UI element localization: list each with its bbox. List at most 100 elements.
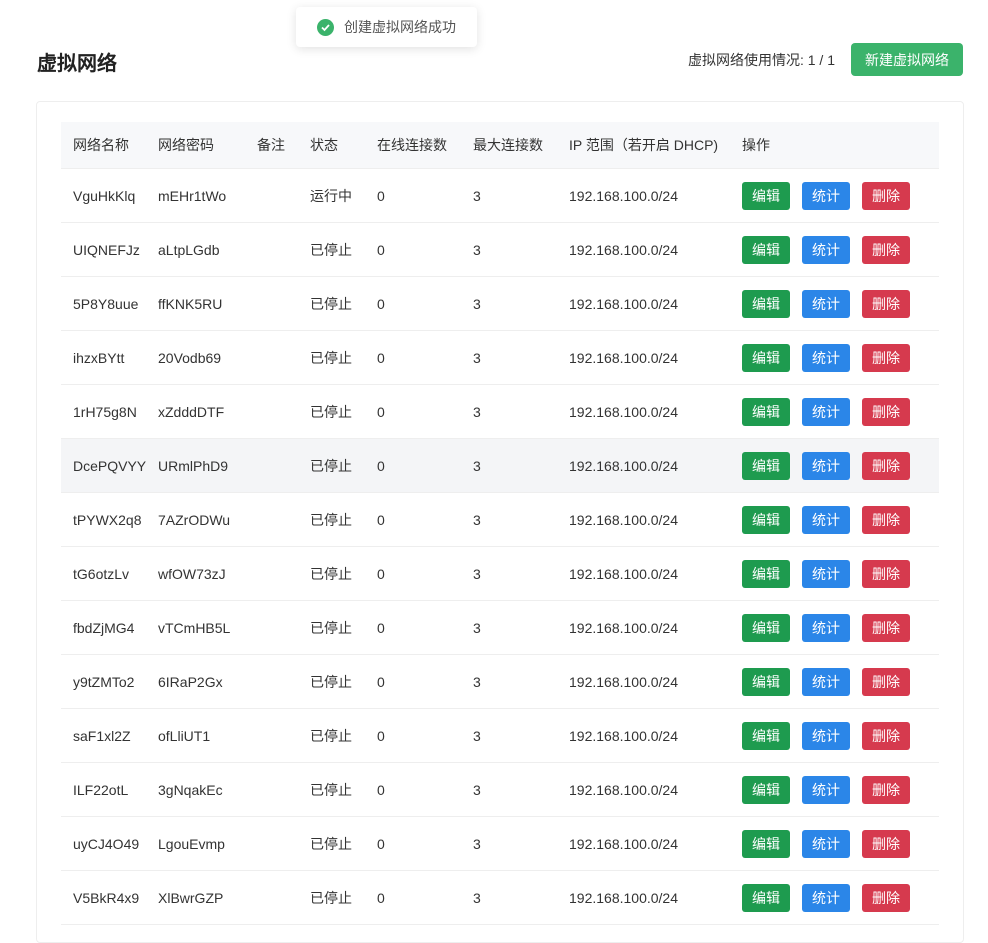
table-row: ILF22otL 3gNqakEc 已停止 0 3 192.168.100.0/24 编辑统… [61,763,939,817]
delete-button[interactable]: 删除 [862,829,910,858]
stats-button[interactable]: 统计 [802,451,850,480]
cell-network-password: 6IRaP2Gx [158,673,223,690]
cell-network-password: mEHr1tWo [158,187,227,204]
stats-button[interactable]: 统计 [802,883,850,912]
delete-button[interactable]: 删除 [862,613,910,642]
cell-status: 运行中 [310,187,352,204]
cell-online-count: 0 [377,349,385,366]
edit-button[interactable]: 编辑 [742,829,790,858]
edit-button[interactable]: 编辑 [742,613,790,642]
cell-max-count: 3 [473,727,481,744]
cell-online-count: 0 [377,295,385,312]
stats-button[interactable]: 统计 [802,721,850,750]
delete-button[interactable]: 删除 [862,559,910,588]
stats-button[interactable]: 统计 [802,775,850,804]
cell-max-count: 3 [473,241,481,258]
edit-button[interactable]: 编辑 [742,289,790,318]
table-row: UIQNEFJz aLtpLGdb 已停止 0 3 192.168.100.0/24 编辑统… [61,223,939,277]
cell-network-name: 1rH75g8N [73,403,137,420]
delete-button[interactable]: 删除 [862,289,910,318]
cell-online-count: 0 [377,241,385,258]
stats-button[interactable]: 统计 [802,235,850,264]
delete-button[interactable]: 删除 [862,505,910,534]
cell-ip-range: 192.168.100.0/24 [569,457,678,474]
cell-online-count: 0 [377,403,385,420]
stats-button[interactable]: 统计 [802,397,850,426]
create-network-button[interactable]: 新建虚拟网络 [851,43,963,76]
table-row: uyCJ4O49 LgouEvmp 已停止 0 3 192.168.100.0/24 编辑统… [61,817,939,871]
cell-actions: 编辑 统计 删除 [742,883,939,912]
edit-button[interactable]: 编辑 [742,343,790,372]
cell-actions: 编辑 统计 删除 [742,397,939,426]
cell-ip-range: 192.168.100.0/24 [569,403,678,420]
cell-actions: 编辑 统计 删除 [742,829,939,858]
stats-button[interactable]: 统计 [802,181,850,210]
stats-button[interactable]: 统计 [802,343,850,372]
cell-network-password: aLtpLGdb [158,241,220,258]
edit-button[interactable]: 编辑 [742,883,790,912]
table-row: VguHkKlq mEHr1tWo 运行中 0 3 192.168.100.0/24 编辑统… [61,169,939,223]
delete-button[interactable]: 删除 [862,451,910,480]
cell-network-name: saF1xl2Z [73,727,131,744]
cell-max-count: 3 [473,349,481,366]
edit-button[interactable]: 编辑 [742,235,790,264]
delete-button[interactable]: 删除 [862,343,910,372]
table-row: saF1xl2Z ofLliUT1 已停止 0 3 192.168.100.0/24 编辑统… [61,709,939,763]
table-row: 1rH75g8N xZdddDTF 已停止 0 3 192.168.100.0/24 编辑统… [61,385,939,439]
cell-actions: 编辑 统计 删除 [742,775,939,804]
cell-ip-range: 192.168.100.0/24 [569,673,678,690]
delete-button[interactable]: 删除 [862,235,910,264]
cell-max-count: 3 [473,673,481,690]
cell-ip-range: 192.168.100.0/24 [569,295,678,312]
cell-actions: 编辑 统计 删除 [742,559,939,588]
cell-status: 已停止 [310,619,352,636]
stats-button[interactable]: 统计 [802,505,850,534]
cell-actions: 编辑 统计 删除 [742,505,939,534]
delete-button[interactable]: 删除 [862,883,910,912]
stats-button[interactable]: 统计 [802,829,850,858]
stats-button[interactable]: 统计 [802,559,850,588]
stats-button[interactable]: 统计 [802,613,850,642]
cell-ip-range: 192.168.100.0/24 [569,241,678,258]
cell-status: 已停止 [310,295,352,312]
cell-status: 已停止 [310,457,352,474]
cell-status: 已停止 [310,835,352,852]
cell-network-name: VguHkKlq [73,187,136,204]
edit-button[interactable]: 编辑 [742,505,790,534]
table-header: 网络名称 网络密码 备注 状态 在线连接数 最大连接数 IP 范围（若开启 DH… [61,122,939,169]
cell-network-password: vTCmHB5L [158,619,231,636]
edit-button[interactable]: 编辑 [742,559,790,588]
cell-network-password: wfOW73zJ [158,565,226,582]
cell-online-count: 0 [377,889,385,906]
cell-ip-range: 192.168.100.0/24 [569,781,678,798]
cell-max-count: 3 [473,781,481,798]
cell-network-name: DcePQVYY [73,457,147,474]
delete-button[interactable]: 删除 [862,397,910,426]
cell-network-name: tG6otzLv [73,565,130,582]
table-row: V5BkR4x9 XlBwrGZP 已停止 0 3 192.168.100.0/24 编辑统… [61,871,939,925]
cell-actions: 编辑 统计 删除 [742,667,939,696]
delete-button[interactable]: 删除 [862,721,910,750]
edit-button[interactable]: 编辑 [742,181,790,210]
edit-button[interactable]: 编辑 [742,451,790,480]
edit-button[interactable]: 编辑 [742,721,790,750]
cell-network-password: 7AZrODWu [158,511,231,528]
cell-actions: 编辑 统计 删除 [742,613,939,642]
delete-button[interactable]: 删除 [862,181,910,210]
cell-online-count: 0 [377,511,385,528]
cell-actions: 编辑 统计 删除 [742,289,939,318]
edit-button[interactable]: 编辑 [742,397,790,426]
table-row: 5P8Y8uue ffKNK5RU 已停止 0 3 192.168.100.0/24 编辑统… [61,277,939,331]
table-row: tPYWX2q8 7AZrODWu 已停止 0 3 192.168.100.0/24 编辑统… [61,493,939,547]
toast-message: 创建虚拟网络成功 [344,19,456,35]
edit-button[interactable]: 编辑 [742,667,790,696]
delete-button[interactable]: 删除 [862,775,910,804]
stats-button[interactable]: 统计 [802,667,850,696]
cell-max-count: 3 [473,835,481,852]
cell-network-name: ILF22otL [73,781,129,798]
stats-button[interactable]: 统计 [802,289,850,318]
cell-ip-range: 192.168.100.0/24 [569,187,678,204]
cell-online-count: 0 [377,727,385,744]
delete-button[interactable]: 删除 [862,667,910,696]
edit-button[interactable]: 编辑 [742,775,790,804]
